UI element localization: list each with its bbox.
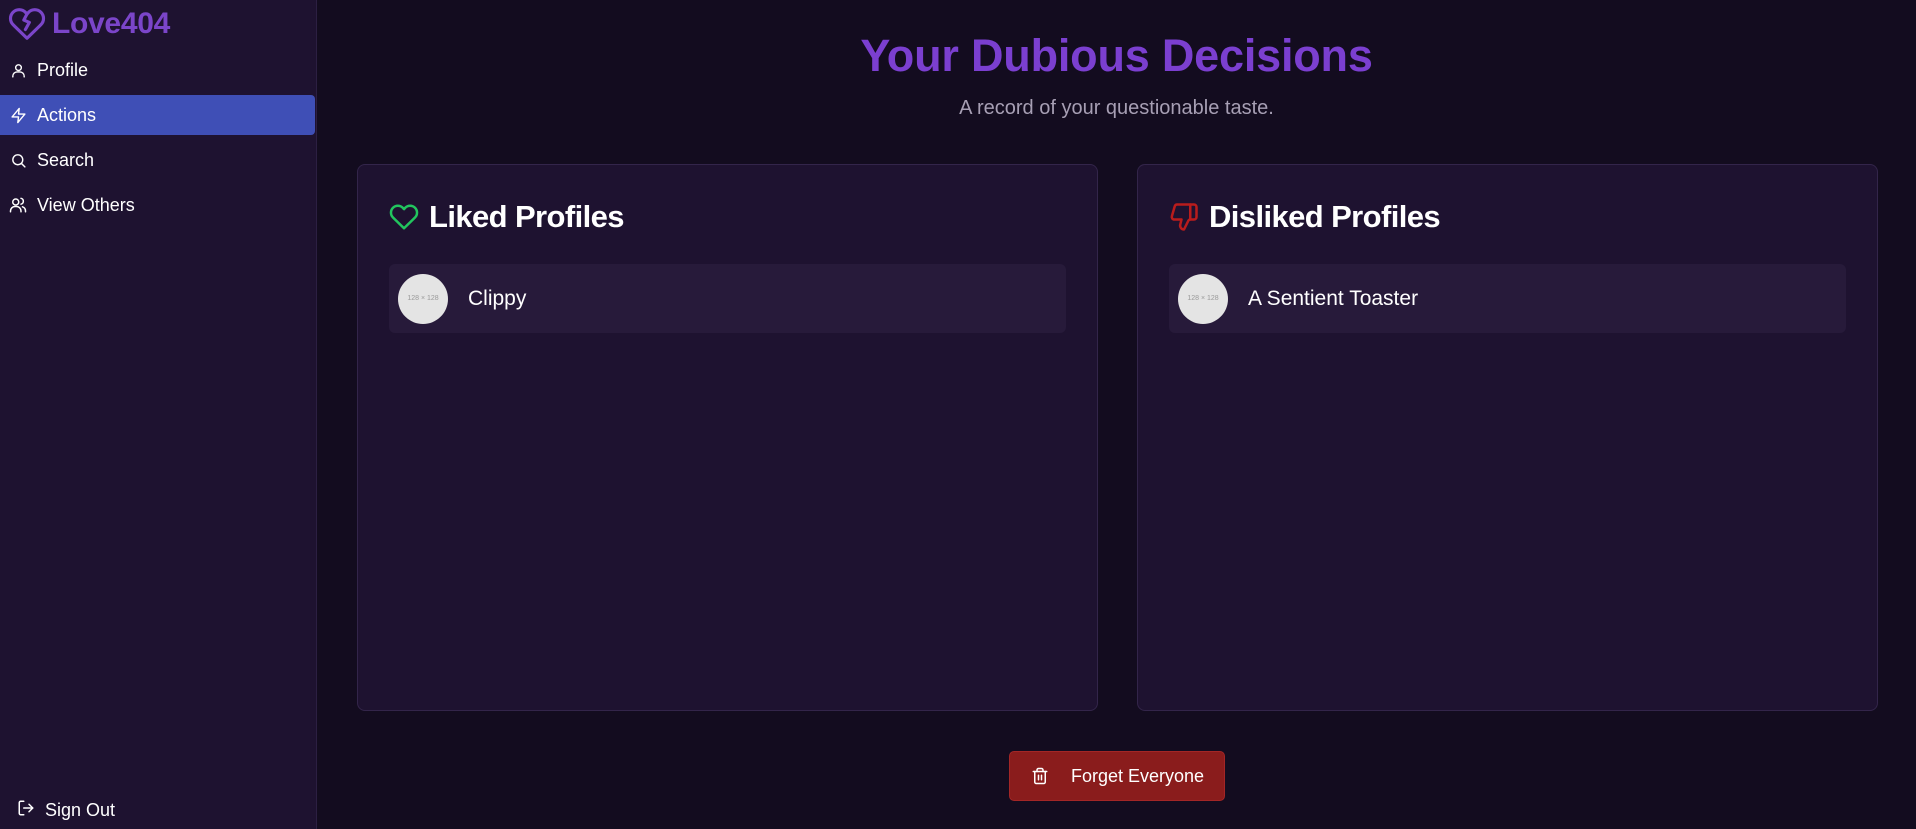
list-item[interactable]: 128 × 128 A Sentient Toaster	[1169, 264, 1846, 333]
sidebar-item-label: View Others	[37, 194, 135, 215]
sidebar-item-label: Profile	[37, 59, 89, 80]
main-content: Your Dubious Decisions A record of your …	[317, 0, 1916, 829]
liked-panel-header: Liked Profiles	[389, 199, 624, 235]
broken-heart-icon	[8, 5, 46, 43]
liked-profiles-panel: Liked Profiles 128 × 128 Clippy	[357, 164, 1098, 711]
lightning-icon	[9, 106, 27, 124]
heart-icon	[389, 202, 419, 232]
search-icon	[9, 151, 27, 169]
forget-everyone-button[interactable]: Forget Everyone	[1009, 751, 1225, 801]
page-title: Your Dubious Decisions	[860, 30, 1373, 81]
sign-out-button[interactable]: Sign Out	[17, 795, 115, 825]
disliked-panel-title: Disliked Profiles	[1209, 199, 1441, 234]
forget-everyone-label: Forget Everyone	[1071, 765, 1205, 786]
sign-out-label: Sign Out	[45, 799, 116, 820]
trash-icon	[1031, 766, 1051, 786]
disliked-profiles-panel: Disliked Profiles 128 × 128 A Sentient T…	[1137, 164, 1878, 711]
thumbs-down-icon	[1169, 202, 1199, 232]
users-icon	[9, 196, 27, 214]
sidebar-item-actions[interactable]: Actions	[0, 95, 315, 135]
app-root: Love404 Profile Actions Search View Othe…	[0, 0, 1916, 829]
brand-name: Love404	[52, 7, 170, 40]
profile-name: Clippy	[468, 286, 527, 310]
brand[interactable]: Love404	[0, 0, 316, 48]
log-out-icon	[17, 799, 35, 822]
profile-name: A Sentient Toaster	[1248, 286, 1419, 310]
avatar: 128 × 128	[398, 273, 448, 324]
avatar: 128 × 128	[1178, 273, 1228, 324]
disliked-panel-header: Disliked Profiles	[1169, 199, 1441, 235]
list-item[interactable]: 128 × 128 Clippy	[389, 264, 1066, 333]
sidebar: Love404 Profile Actions Search View Othe…	[0, 0, 317, 829]
sidebar-nav: Profile Actions Search View Others	[0, 50, 316, 225]
sidebar-item-label: Actions	[37, 104, 97, 125]
page-subtitle: A record of your questionable taste.	[959, 97, 1274, 119]
user-icon	[9, 61, 27, 79]
sidebar-item-label: Search	[37, 149, 95, 170]
sidebar-item-profile[interactable]: Profile	[0, 50, 315, 90]
sidebar-item-search[interactable]: Search	[0, 140, 315, 180]
liked-panel-title: Liked Profiles	[429, 199, 624, 234]
sidebar-item-view-others[interactable]: View Others	[0, 185, 315, 225]
